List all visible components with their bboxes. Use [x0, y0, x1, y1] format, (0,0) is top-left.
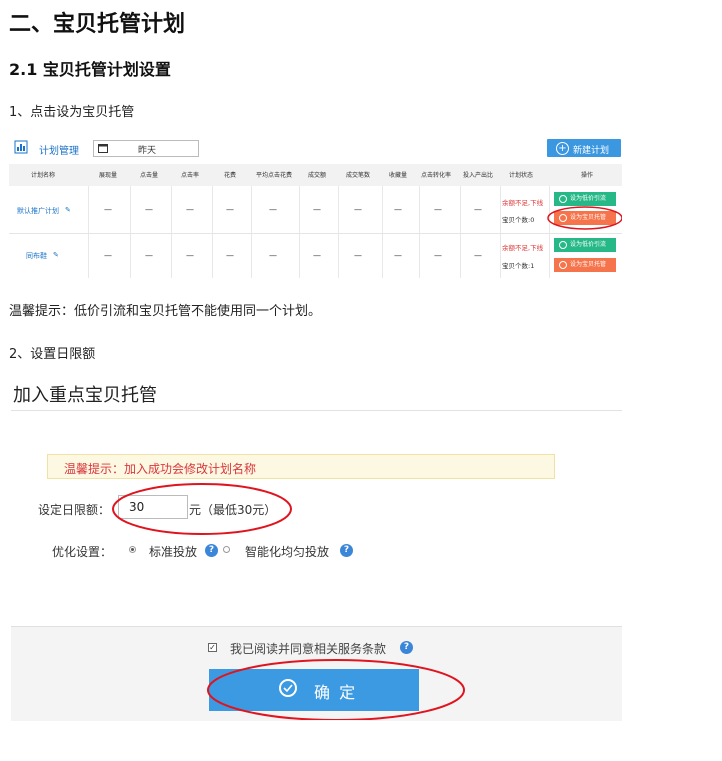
date-selector[interactable]: 昨天 [93, 140, 199, 157]
heading-main: 二、宝贝托管计划 [9, 12, 186, 37]
cell-value: — [186, 251, 194, 260]
cell-value: — [354, 251, 362, 260]
circle-plus-icon [559, 214, 567, 222]
cell-value: — [269, 205, 277, 214]
edit-pencil-icon[interactable]: ✎ [65, 206, 71, 214]
help-icon[interactable]: ? [340, 544, 353, 557]
set-low-price-button[interactable]: 设为低价引流 [554, 238, 616, 252]
radio-smart[interactable] [223, 546, 230, 553]
confirm-label: 确 定 [314, 683, 358, 702]
btn-label: 设为宝贝托管 [570, 214, 607, 221]
col-header: 点击转化率 [421, 172, 452, 179]
option-smart-label: 智能化均匀投放 [245, 545, 330, 559]
btn-label: 设为宝贝托管 [570, 261, 607, 268]
item-count: 宝贝个数:0 [502, 216, 535, 224]
heading-section: 2.1 宝贝托管计划设置 [9, 60, 171, 79]
col-header: 花费 [224, 172, 237, 179]
plan-status: 余额不足,下线 [502, 244, 544, 252]
col-header: 平均点击花费 [256, 172, 293, 179]
plan-name-link[interactable]: 默认推广计划 [17, 206, 59, 216]
cell-value: — [269, 251, 277, 260]
plan-name-link[interactable]: 同布鞋 [26, 251, 47, 261]
warning-tip: 温馨提示：加入成功会修改计划名称 [47, 454, 555, 479]
plan-manager-screenshot: 计划管理 昨天 + 新建计划 计划名称 展现量 点击量 点击率 花费 平均点击花… [9, 136, 622, 278]
calendar-icon [98, 144, 108, 153]
edit-pencil-icon[interactable]: ✎ [53, 251, 59, 259]
cell-value: — [354, 205, 362, 214]
cell-value: — [145, 251, 153, 260]
cell-value: — [474, 205, 482, 214]
circle-plus-icon [559, 261, 567, 269]
table-header: 计划名称 展现量 点击量 点击率 花费 平均点击花费 成交额 成交笔数 收藏量 … [9, 164, 622, 186]
btn-label: 设为低价引流 [570, 241, 607, 248]
help-icon[interactable]: ? [400, 641, 413, 654]
check-circle-icon [279, 679, 297, 697]
tip-text: 温馨提示：加入成功会修改计划名称 [64, 462, 257, 476]
col-header: 点击量 [140, 172, 159, 179]
plus-icon: + [556, 142, 569, 155]
col-header: 计划状态 [509, 172, 534, 179]
item-count: 宝贝个数:1 [502, 262, 535, 270]
cell-value: — [104, 205, 112, 214]
col-header: 计划名称 [31, 172, 56, 179]
step-two-text: 2、设置日限额 [9, 347, 96, 362]
plan-toolbar: 计划管理 昨天 + 新建计划 [9, 136, 622, 162]
table-row: 默认推广计划 ✎ — — — — — — — — — — 余额不足,下线 宝贝个… [9, 186, 622, 234]
cell-value: — [434, 251, 442, 260]
cell-value: — [186, 205, 194, 214]
plan-status: 余额不足,下线 [502, 199, 544, 207]
new-plan-label: 新建计划 [573, 146, 610, 156]
cell-value: — [474, 251, 482, 260]
col-header: 操作 [581, 172, 594, 179]
tuoguan-dialog: 加入重点宝贝托管 温馨提示：加入成功会修改计划名称 设定日限额： 30 元（最低… [9, 376, 622, 721]
cell-value: — [226, 205, 234, 214]
cell-value: — [104, 251, 112, 260]
col-header: 成交额 [308, 172, 327, 179]
step-one-text: 1、点击设为宝贝托管 [9, 105, 135, 120]
col-header: 点击率 [181, 172, 200, 179]
col-header: 成交笔数 [346, 172, 371, 179]
cell-value: — [394, 251, 402, 260]
cell-value: — [313, 251, 321, 260]
col-header: 投入产出比 [463, 172, 494, 179]
btn-label: 设为低价引流 [570, 195, 607, 202]
tip-text: 温馨提示：低价引流和宝贝托管不能使用同一个计划。 [9, 304, 322, 319]
help-icon[interactable]: ? [205, 544, 218, 557]
optimize-label: 优化设置： [52, 545, 113, 559]
budget-unit: 元（最低30元） [189, 503, 277, 517]
budget-label: 设定日限额： [38, 503, 111, 517]
date-value: 昨天 [138, 146, 157, 156]
bar-chart-icon [14, 140, 28, 154]
table-row: 同布鞋 ✎ — — — — — — — — — — 余额不足,下线 宝贝个数:1… [9, 234, 622, 278]
option-standard-label: 标准投放 [149, 545, 198, 559]
agree-checkbox[interactable]: ✓ [208, 643, 217, 652]
dialog-footer: ✓ 我已阅读并同意相关服务条款 ? 确 定 [11, 626, 622, 721]
circle-plus-icon [559, 241, 567, 249]
circle-plus-icon [559, 195, 567, 203]
set-item-managed-button[interactable]: 设为宝贝托管 [554, 258, 616, 272]
set-item-managed-button[interactable]: 设为宝贝托管 [554, 211, 616, 225]
agree-text: 我已阅读并同意相关服务条款 [230, 642, 387, 656]
radio-standard[interactable] [129, 546, 136, 553]
cell-value: — [434, 205, 442, 214]
daily-budget-input[interactable]: 30 [118, 495, 188, 519]
cell-value: — [394, 205, 402, 214]
divider [11, 410, 622, 411]
plan-manager-title: 计划管理 [39, 146, 79, 157]
set-low-price-button[interactable]: 设为低价引流 [554, 192, 616, 206]
col-header: 展现量 [99, 172, 118, 179]
new-plan-button[interactable]: + 新建计划 [547, 139, 621, 157]
dialog-title: 加入重点宝贝托管 [13, 385, 157, 406]
cell-value: — [313, 205, 321, 214]
confirm-button[interactable]: 确 定 [209, 669, 419, 711]
cell-value: — [145, 205, 153, 214]
col-header: 收藏量 [389, 172, 408, 179]
cell-value: — [226, 251, 234, 260]
